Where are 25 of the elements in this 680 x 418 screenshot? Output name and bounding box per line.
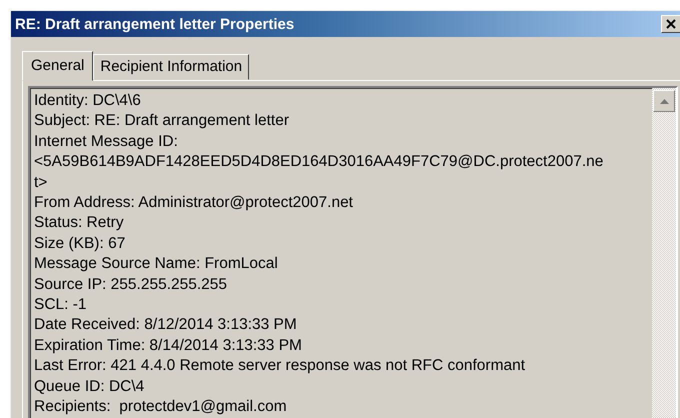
detail-line: Recipients: protectdev1@gmail.com (34, 397, 288, 418)
tab[interactable]: Recipient Information (93, 54, 250, 80)
detail-line: Subject: RE: Draft arrangement letter (34, 111, 290, 132)
detail-line: Expiration Time: 8/14/2014 3:13:33 PM (34, 336, 303, 356)
detail-line: Message Source Name: FromLocal (34, 254, 279, 274)
detail-line: From Address: Administrator@protect2007.net (34, 193, 354, 214)
detail-line: Source IP: 255.255.255.255 (34, 274, 228, 295)
tab[interactable]: General (22, 51, 94, 81)
up-arrow-icon (660, 98, 668, 104)
detail-line: SCL: -1 (34, 295, 88, 316)
close-icon (666, 19, 676, 29)
detail-line: Last Error: 421 4.4.0 Remote server response was not RFC conformant (34, 356, 526, 376)
detail-line: Identity: DC\4\6 (34, 91, 142, 111)
detail-line: Size (KB): 67 (34, 234, 126, 254)
details-text-box[interactable] (28, 86, 678, 418)
window-title: RE: Draft arrangement letter Properties (15, 16, 294, 32)
detail-line: Internet Message ID: (34, 132, 179, 152)
close-button[interactable] (661, 15, 680, 33)
detail-line: <5A59B614B9ADF1428EED5D4D8ED164D3016AA49F7C79@DC.protect2007.ne (34, 152, 604, 172)
detail-line: Queue ID: DC\4 (34, 376, 146, 397)
scroll-up-button[interactable] (653, 90, 675, 112)
detail-line: t> (34, 172, 48, 193)
scrollbar[interactable] (652, 88, 676, 418)
detail-line: Date Received: 8/12/2014 3:13:33 PM (34, 315, 298, 336)
detail-line: Status: Retry (34, 213, 125, 234)
